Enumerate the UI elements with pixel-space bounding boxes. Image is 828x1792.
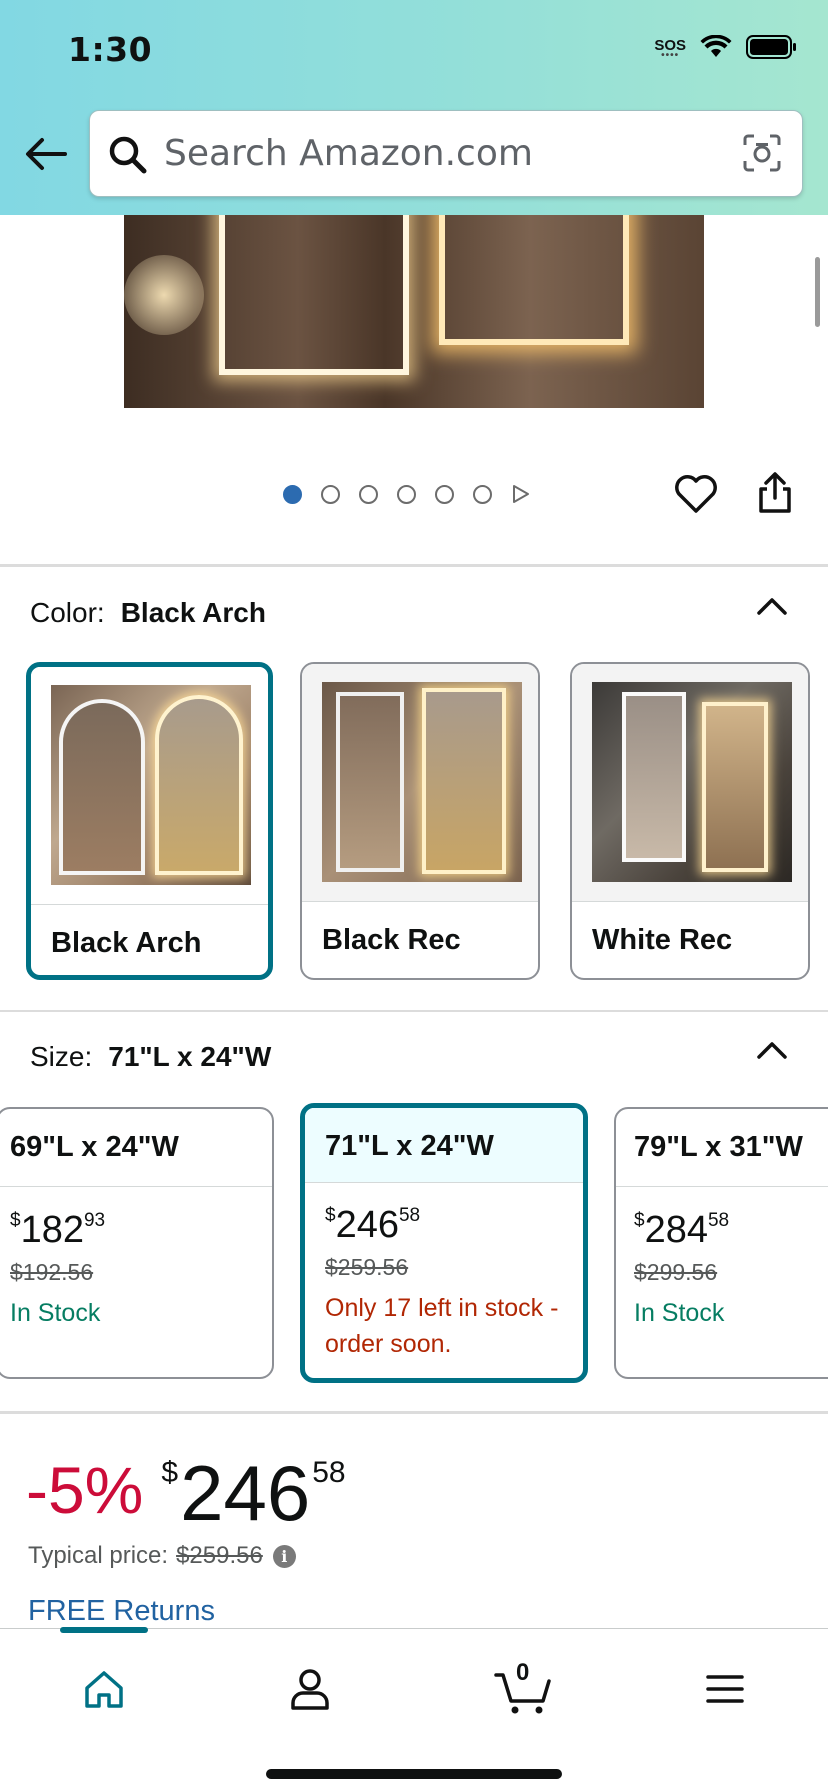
typical-price-label: Typical price: xyxy=(28,1542,169,1569)
discount-percent: -5% xyxy=(26,1453,144,1527)
size-option-price: $24658 xyxy=(325,1204,421,1246)
size-selected-value: 71"L x 24"W xyxy=(108,1041,272,1072)
size-key: Size: xyxy=(30,1041,93,1072)
share-icon[interactable] xyxy=(757,472,793,519)
color-label: Color: Black Arch xyxy=(30,597,266,629)
info-icon[interactable]: i xyxy=(272,1544,296,1568)
color-option-white-rec[interactable]: White Rec xyxy=(570,662,810,980)
back-arrow-icon[interactable] xyxy=(22,130,70,178)
size-label: Size: 71"L x 24"W xyxy=(30,1041,271,1073)
size-option-price: $28458 xyxy=(634,1209,730,1251)
price-whole: 246 xyxy=(180,1449,311,1537)
wifi-icon xyxy=(700,34,732,64)
home-indicator[interactable] xyxy=(266,1769,562,1779)
divider xyxy=(0,1411,828,1414)
color-option-black-rec[interactable]: Black Rec xyxy=(300,662,540,980)
size-option-stock: Only 17 left in stock - order soon. xyxy=(325,1294,559,1358)
free-returns-link[interactable]: FREE Returns xyxy=(28,1595,215,1628)
size-option-label: 69"L x 24"W xyxy=(10,1131,179,1163)
home-icon[interactable] xyxy=(74,1659,134,1719)
active-tab-indicator xyxy=(60,1627,148,1633)
size-option-list-price: $192.56 xyxy=(10,1259,94,1285)
swatch-label: Black Rec xyxy=(322,924,461,956)
price-fraction: 58 xyxy=(312,1456,346,1489)
size-option-69x24[interactable]: 69"L x 24"W $18293 $192.56 In Stock xyxy=(0,1107,274,1379)
search-input[interactable]: Search Amazon.com xyxy=(89,110,803,197)
scrollbar[interactable] xyxy=(815,257,820,327)
divider xyxy=(0,564,828,567)
size-option-stock: In Stock xyxy=(634,1299,725,1327)
size-option-list-price: $259.56 xyxy=(325,1254,409,1280)
header: 1:30 SOS •••• Search Amazon.com xyxy=(0,0,828,215)
swatch-image xyxy=(51,685,251,885)
account-icon[interactable] xyxy=(280,1659,340,1719)
price-currency: $ xyxy=(161,1456,179,1489)
size-option-list-price: $299.56 xyxy=(634,1259,718,1285)
product-image-mirror-left xyxy=(219,215,409,375)
size-option-price: $18293 xyxy=(10,1209,106,1251)
camera-search-icon[interactable] xyxy=(742,133,782,178)
swatch-image-area xyxy=(302,664,538,902)
bottom-nav: 0 xyxy=(0,1627,828,1792)
divider xyxy=(0,1010,828,1012)
size-option-71x24[interactable]: 71"L x 24"W $24658 $259.56 Only 17 left … xyxy=(300,1103,588,1383)
product-image-mirror-right xyxy=(439,215,629,345)
product-image[interactable] xyxy=(124,215,704,408)
typical-price: Typical price: $259.56 i xyxy=(28,1542,296,1570)
color-key: Color: xyxy=(30,597,105,628)
swatch-label: Black Arch xyxy=(51,927,202,959)
chevron-up-icon[interactable] xyxy=(756,1040,788,1060)
typical-price-value: $259.56 xyxy=(176,1542,263,1569)
battery-icon xyxy=(746,34,798,65)
pager-dot[interactable] xyxy=(473,484,492,504)
pager-dot[interactable] xyxy=(321,484,340,504)
swatch-label: White Rec xyxy=(592,924,733,956)
size-option-79x31[interactable]: 79"L x 31"W $28458 $299.56 In Stock xyxy=(614,1107,828,1379)
pager-dot[interactable] xyxy=(283,484,302,504)
status-icons: SOS •••• xyxy=(654,34,798,65)
chevron-up-icon[interactable] xyxy=(756,596,788,616)
swatch-image xyxy=(322,682,522,882)
pager-dot[interactable] xyxy=(397,484,416,504)
wishlist-heart-icon[interactable] xyxy=(674,474,718,519)
color-option-black-arch[interactable]: Black Arch xyxy=(26,662,273,980)
size-option-header: 69"L x 24"W xyxy=(0,1109,272,1187)
swatch-image-area xyxy=(572,664,808,902)
product-image-glow xyxy=(124,255,204,335)
color-selected-value: Black Arch xyxy=(120,597,266,628)
status-time: 1:30 xyxy=(68,30,153,69)
size-option-header: 79"L x 31"W xyxy=(616,1109,828,1187)
search-icon xyxy=(108,135,148,180)
sos-indicator: SOS •••• xyxy=(654,38,686,61)
size-option-label: 79"L x 31"W xyxy=(634,1131,803,1163)
image-pager[interactable] xyxy=(283,484,531,504)
swatch-image xyxy=(592,682,792,882)
swatch-image-area xyxy=(31,667,268,905)
pager-dot[interactable] xyxy=(435,484,454,504)
size-option-header: 71"L x 24"W xyxy=(305,1108,583,1183)
search-placeholder: Search Amazon.com xyxy=(164,133,533,174)
play-video-icon[interactable] xyxy=(511,484,531,504)
price-amount: $ 246 58 xyxy=(161,1440,345,1532)
pager-dot[interactable] xyxy=(359,484,378,504)
price-block: -5% $ 246 58 xyxy=(26,1440,346,1532)
menu-icon[interactable] xyxy=(695,1659,755,1719)
cart-icon[interactable]: 0 xyxy=(488,1659,558,1719)
size-option-label: 71"L x 24"W xyxy=(325,1130,494,1162)
cart-count: 0 xyxy=(516,1659,530,1686)
size-option-stock: In Stock xyxy=(10,1299,101,1327)
